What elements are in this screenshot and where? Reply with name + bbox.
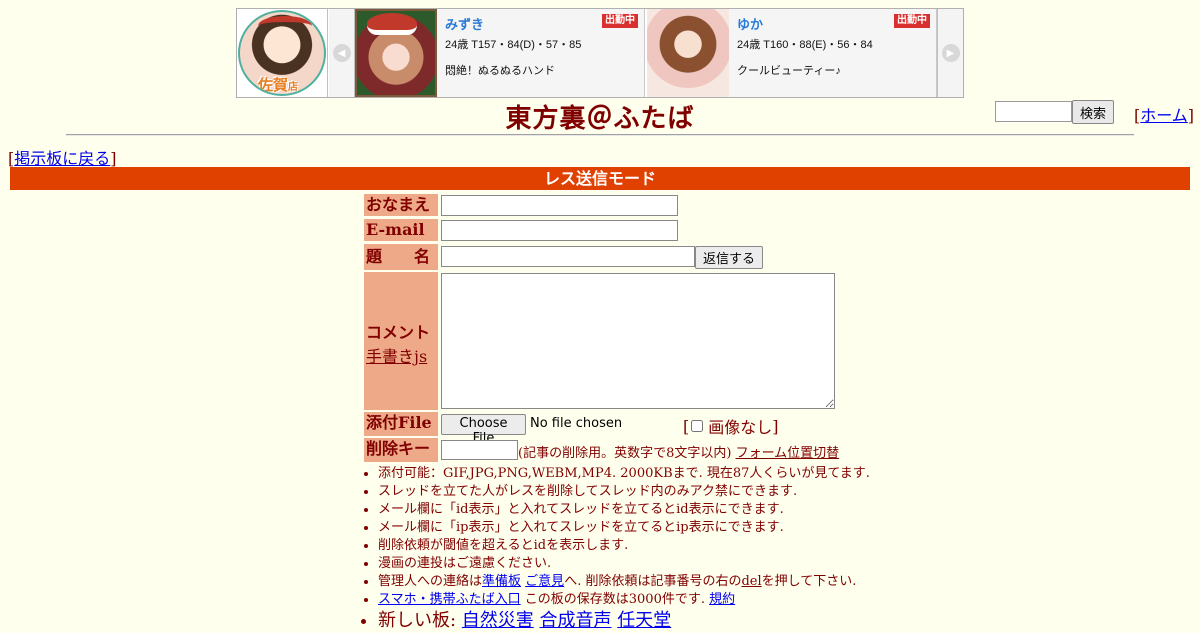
delkey-note: (記事の削除用。英数字で8文字以内) フォーム位置切替 [518,446,840,461]
list-item: 削除依頼が閾値を超えるとidを表示します. [378,537,870,555]
notes-list: 添付可能：GIF,JPG,PNG,WEBM,MP4. 2000KBまで. 現在8… [362,465,870,633]
prep-board-link[interactable]: 準備板 [482,574,521,589]
shop-logo[interactable]: 佐賀店 [237,9,328,97]
home-nav: [ホーム] [1134,106,1195,125]
email-label: E-mail [364,219,438,241]
name-field[interactable] [441,195,678,216]
list-item: 漫画の連投はご遠慮ください. [378,555,870,573]
subject-label: 題 名 [364,244,438,270]
card-stats: 24歳 T157・84(D)・57・85 [445,39,582,51]
list-item: スマホ・携帯ふたば入口 この板の保存数は3000件です. 規約 [378,591,870,609]
status-badge: 出勤中 [894,14,930,28]
card-photo [355,9,437,97]
home-link[interactable]: ホーム [1140,106,1188,125]
delete-key-field[interactable] [441,440,518,460]
status-badge: 出勤中 [602,14,638,28]
banner-prev-button[interactable]: ◀ [329,9,355,97]
search-button[interactable]: 検索 [1072,100,1114,124]
handwrite-link[interactable]: 手書きjs [366,347,427,366]
name-label: おなまえ [364,194,438,216]
card-catchphrase: クールビューティー♪ [737,65,841,77]
search-input[interactable] [995,101,1072,122]
divider [66,134,1134,136]
new-board-link[interactable]: 合成音声 [540,610,612,631]
no-image-checkbox[interactable] [691,420,704,432]
mobile-entrance-link[interactable]: スマホ・携帯ふたば入口 [378,592,521,607]
card-photo [647,9,729,97]
card-stats: 24歳 T160・88(E)・56・84 [737,39,873,51]
card-catchphrase: 悶絶！ぬるぬるハンド [445,65,555,77]
back-nav: [掲示板に戻る] [8,149,117,168]
banner-card[interactable]: ゆか 24歳 T160・88(E)・56・84 クールビューティー♪ 出勤中 [647,9,937,97]
reply-button[interactable]: 返信する [695,246,763,269]
rules-link[interactable]: 規約 [709,592,735,607]
comment-label: コメント [366,323,431,342]
no-image-option[interactable]: [画像なし] [683,414,779,438]
chevron-left-icon: ◀ [332,44,351,62]
back-to-board-link[interactable]: 掲示板に戻る [14,149,110,168]
list-item: スレッドを立てた人がレスを削除してスレッド内のみアク禁にできます. [378,483,870,501]
list-item: メール欄に「id表示」と入れてスレッドを立てるとid表示にできます. [378,501,870,519]
list-item: 添付可能：GIF,JPG,PNG,WEBM,MP4. 2000KBまで. 現在8… [378,465,870,483]
shop-logo-text: 佐賀店 [258,77,299,94]
banner-card[interactable]: みずき 24歳 T157・84(D)・57・85 悶絶！ぬるぬるハンド 出勤中 [355,9,645,97]
email-field[interactable] [441,220,678,241]
mode-bar: レス送信モード [10,167,1190,190]
chevron-right-icon: ▶ [941,44,960,62]
list-item: メール欄に「ip表示」と入れてスレッドを立てるとip表示にできます. [378,519,870,537]
comment-label-cell: コメント 手書きjs [364,272,438,410]
banner-next-button[interactable]: ▶ [937,9,963,97]
shop-logo-image: 佐賀店 [238,10,326,96]
new-board-link[interactable]: 任天堂 [617,610,671,631]
file-status: No file chosen [530,416,623,431]
ad-banner[interactable]: 佐賀店 ◀ みずき 24歳 T157・84(D)・57・85 悶絶！ぬるぬるハン… [236,8,964,98]
list-item: 新しい板: 自然災害 合成音声 任天堂 [378,609,870,633]
del-link[interactable]: del [741,574,761,589]
feedback-link[interactable]: ご意見 [525,574,564,589]
subject-field[interactable] [441,246,695,267]
delkey-label: 削除キー [364,438,438,462]
form-position-toggle-link[interactable]: フォーム位置切替 [736,446,840,461]
new-board-link[interactable]: 自然災害 [462,610,534,631]
file-label: 添付File [364,412,438,436]
comment-field[interactable] [441,273,835,409]
list-item: 管理人への連絡は準備板 ご意見へ. 削除依頼は記事番号の右のdelを押して下さい… [378,573,870,591]
choose-file-button[interactable]: Choose File [441,414,526,446]
